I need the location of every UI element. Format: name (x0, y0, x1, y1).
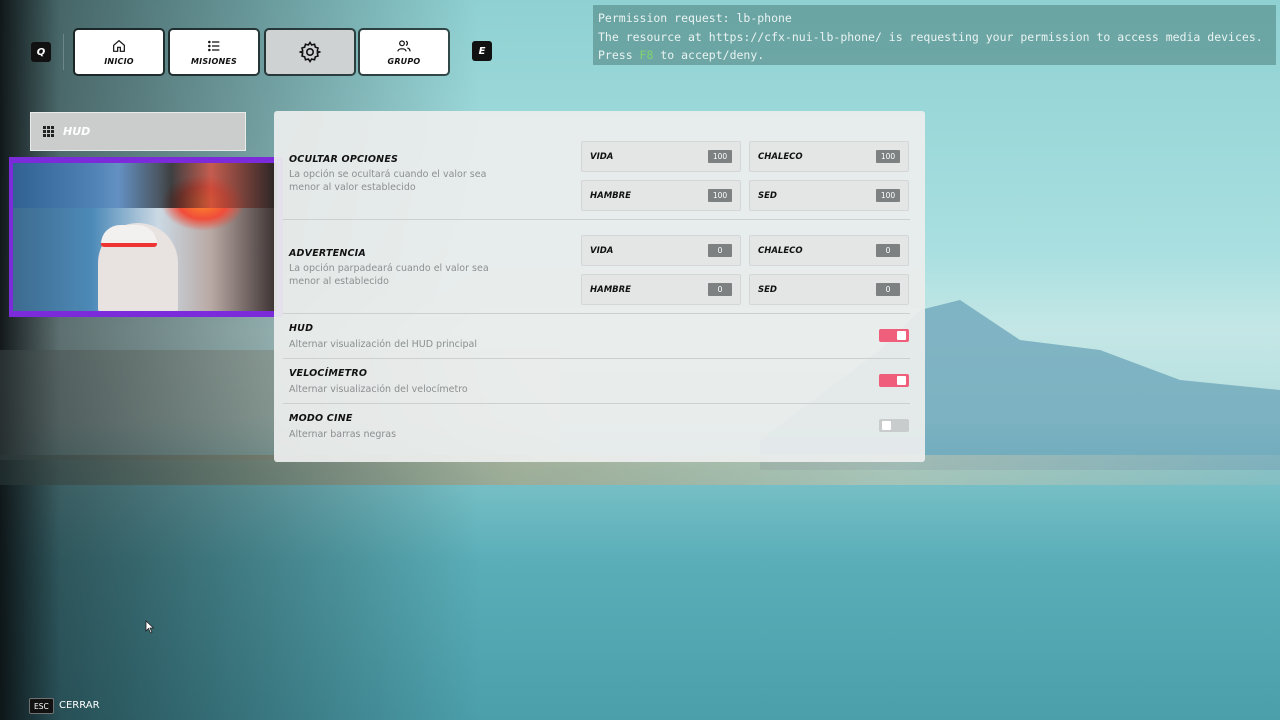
tab-misiones[interactable]: MISIONES (170, 30, 258, 74)
advertencia-vida-field[interactable]: VIDA 0 (581, 235, 741, 266)
field-value[interactable]: 100 (876, 189, 900, 202)
field-label: SED (758, 190, 777, 201)
ocultar-sed-field[interactable]: SED 100 (749, 180, 909, 211)
field-label: VIDA (590, 151, 614, 162)
accept-key: F8 (639, 48, 654, 62)
permission-notification: Permission request: lb-phone The resourc… (593, 5, 1276, 65)
ocultar-description: La opción se ocultará cuando el valor se… (289, 169, 487, 193)
field-label: HAMBRE (590, 190, 631, 201)
home-icon (113, 39, 125, 52)
modo-cine-toggle[interactable] (879, 419, 909, 432)
hud-toggle[interactable] (879, 329, 909, 342)
ocultar-vida-field[interactable]: VIDA 100 (581, 141, 741, 172)
next-tab-key[interactable]: E (472, 41, 492, 61)
tab-inicio-label: INICIO (104, 57, 134, 66)
group-icon (397, 40, 411, 52)
advertencia-chaleco-field[interactable]: CHALECO 0 (749, 235, 909, 266)
hud-settings-panel: OCULTAR OPCIONES La opción se ocultará c… (274, 111, 925, 462)
advertencia-hambre-field[interactable]: HAMBRE 0 (581, 274, 741, 305)
modo-cine-toggle-description: Alternar barras negras (289, 429, 397, 440)
tab-inicio[interactable]: INICIO (75, 30, 163, 74)
notification-line-1: Permission request: lb-phone (598, 11, 792, 25)
prev-tab-key[interactable]: Q (31, 42, 51, 62)
tab-misiones-label: MISIONES (191, 57, 237, 66)
field-value[interactable]: 0 (708, 244, 732, 257)
divider (283, 313, 910, 314)
gear-icon (298, 41, 322, 63)
velocimetro-toggle-title: VELOCÍMETRO (289, 368, 368, 379)
field-value[interactable]: 100 (708, 150, 732, 163)
divider (283, 403, 910, 404)
grid-icon (43, 126, 54, 137)
advertencia-description: La opción parpadeará cuando el valor sea… (289, 263, 489, 287)
nav-separator (63, 34, 64, 70)
ocultar-chaleco-field[interactable]: CHALECO 100 (749, 141, 909, 172)
close-label[interactable]: CERRAR (59, 700, 100, 711)
tab-settings[interactable] (266, 30, 354, 74)
field-label: HAMBRE (590, 284, 631, 295)
hud-toggle-description: Alternar visualización del HUD principal (289, 339, 477, 350)
field-label: CHALECO (758, 245, 803, 256)
field-value[interactable]: 100 (708, 189, 732, 202)
velocimetro-toggle[interactable] (879, 374, 909, 387)
tab-grupo-label: GRUPO (387, 57, 421, 66)
advertencia-sed-field[interactable]: SED 0 (749, 274, 909, 305)
field-value[interactable]: 0 (708, 283, 732, 296)
divider (283, 358, 910, 359)
esc-key[interactable]: ESC (29, 698, 54, 714)
ocultar-hambre-field[interactable]: HAMBRE 100 (581, 180, 741, 211)
field-label: SED (758, 284, 777, 295)
advertencia-title: ADVERTENCIA (289, 248, 366, 259)
mouse-cursor-icon (145, 620, 155, 634)
hud-toggle-title: HUD (289, 323, 314, 334)
webcam-feed (13, 163, 277, 311)
ocultar-title: OCULTAR OPCIONES (289, 154, 399, 165)
notification-line-3: Press F8 to accept/deny. (598, 48, 765, 62)
field-value[interactable]: 0 (876, 283, 900, 296)
sidebar-item-hud[interactable]: HUD (30, 112, 246, 151)
webcam-overlay (9, 157, 283, 317)
velocimetro-toggle-description: Alternar visualización del velocímetro (289, 384, 468, 395)
tab-grupo[interactable]: GRUPO (360, 30, 448, 74)
divider (283, 219, 910, 220)
field-label: VIDA (590, 245, 614, 256)
list-icon (208, 40, 220, 52)
modo-cine-toggle-title: MODO CINE (289, 413, 353, 424)
field-value[interactable]: 100 (876, 150, 900, 163)
field-label: CHALECO (758, 151, 803, 162)
sidebar-item-hud-label: HUD (63, 125, 91, 138)
notification-line-2: The resource at https://cfx-nui-lb-phone… (598, 29, 1263, 44)
field-value[interactable]: 0 (876, 244, 900, 257)
